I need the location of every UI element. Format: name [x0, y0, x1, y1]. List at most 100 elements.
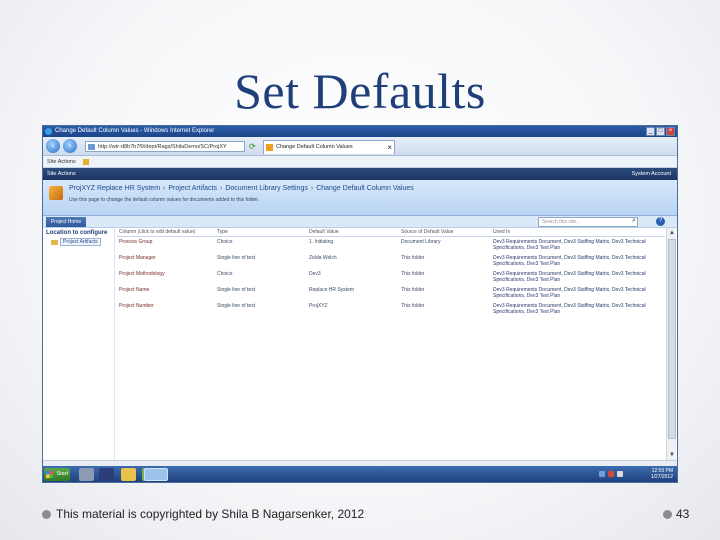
minimize-icon[interactable]: _ [646, 127, 655, 136]
powershell-icon[interactable] [99, 468, 114, 481]
project-home-button[interactable]: Project Home [46, 217, 86, 227]
default-source: Document Library [401, 239, 441, 245]
sharepoint-navbar: Project Home Search this site... ⌕ ? [43, 216, 677, 228]
search-input[interactable]: Search this site... [538, 217, 638, 227]
column-link[interactable]: Project Manager [117, 255, 217, 269]
network-icon[interactable] [599, 471, 605, 477]
close-icon[interactable]: × [666, 127, 675, 136]
site-actions-menu[interactable]: Site Actions [47, 159, 76, 165]
copyright-footer: This material is copyrighted by Shila B … [56, 507, 365, 521]
breadcrumb-current: Change Default Column Values [316, 185, 414, 192]
system-tray: 12:59 PM 1/27/2012 [595, 467, 675, 482]
column-type: Single line of text [217, 287, 256, 293]
sharepoint-header: ProjXYZ Replace HR System › Project Artifa… [43, 180, 677, 216]
table-row: Project Name Single line of text Replace… [117, 285, 665, 301]
clock-date: 1/27/2012 [650, 474, 673, 480]
maximize-icon[interactable]: □ [656, 127, 665, 136]
server-manager-icon[interactable] [79, 468, 94, 481]
forward-icon[interactable]: › [63, 139, 77, 153]
default-source: This folder [401, 255, 425, 261]
browser-navbar: ‹ › http://wtr-d8b7b7f9/dept/Rags/ShilaD… [43, 137, 677, 156]
location-panel: Location to configure Project Artifacts [43, 228, 115, 460]
header-type: Type [217, 229, 228, 235]
slide-title: Set Defaults [234, 63, 486, 119]
default-value: Dev3 [309, 271, 321, 277]
start-label: Start [56, 471, 68, 477]
breadcrumb: ProjXYZ Replace HR System › Project Artifa… [69, 185, 414, 192]
page-bullet-icon [663, 510, 672, 519]
default-value: ProjXYZ [309, 303, 328, 309]
tree-node-project-artifacts[interactable]: Project Artifacts [51, 238, 114, 246]
page-number: 43 [676, 507, 690, 521]
clock[interactable]: 12:59 PM 1/27/2012 [651, 468, 673, 480]
search-icon[interactable]: ⌕ [632, 217, 636, 225]
used-in: Dev3 Requirements Document, Dev3 Staffin… [493, 271, 646, 283]
scroll-thumb[interactable] [668, 239, 676, 439]
ie-icon [45, 128, 52, 135]
page-description: Use this page to change the default colu… [69, 197, 260, 203]
page-icon [88, 144, 95, 150]
window-titlebar[interactable]: Change Default Column Values - Windows I… [43, 126, 677, 137]
ie-taskbar-icon[interactable] [144, 468, 168, 481]
used-in: Dev3 Requirements Document, Dev3 Staffin… [493, 255, 646, 267]
user-menu[interactable]: System Account [632, 168, 671, 180]
browser-window: Change Default Column Values - Windows I… [42, 125, 678, 483]
column-link[interactable]: Project Name [117, 287, 217, 301]
default-value: 1. Initiating [309, 239, 334, 245]
column-type: Choice [217, 271, 233, 277]
column-type: Choice [217, 239, 233, 245]
main-content: Location to configure Project Artifacts … [43, 228, 667, 460]
header-used-in: Used In [493, 229, 511, 235]
table-row: Project Methodology Choice Dev3 This fol… [117, 269, 665, 285]
browser-tab[interactable]: Change Default Column Values × [263, 140, 395, 154]
vertical-scrollbar[interactable]: ▲ ▼ [666, 228, 676, 460]
window-title: Change Default Column Values - Windows I… [55, 128, 215, 134]
address-bar[interactable]: http://wtr-d8b7b7f9/dept/Rags/ShilaDemo/… [85, 141, 245, 152]
tree-node-label: Project Artifacts [60, 238, 101, 246]
help-icon[interactable]: ? [656, 217, 665, 226]
volume-icon[interactable] [617, 471, 623, 477]
address-text: http://wtr-d8b7b7f9/dept/Rags/ShilaDemo/… [98, 144, 227, 150]
table-header: Column (click to edit default value) Typ… [117, 228, 665, 237]
column-link[interactable]: Project Methodology [117, 271, 217, 285]
header-column[interactable]: Column (click to edit default value) [117, 228, 217, 236]
back-icon[interactable]: ‹ [46, 139, 60, 153]
folder-icon [51, 239, 58, 245]
default-value: Replace HR System [309, 287, 355, 293]
sharepoint-topbar: Site Actions System Account [43, 168, 677, 180]
header-source: Source of Default Value [401, 229, 454, 235]
site-actions-button[interactable]: Site Actions [47, 168, 76, 180]
favorites-icon[interactable] [83, 158, 90, 165]
start-button[interactable]: Start [44, 468, 70, 481]
scroll-up-icon[interactable]: ▲ [668, 229, 676, 237]
scroll-down-icon[interactable]: ▼ [668, 451, 676, 459]
table-row: Project Number Single line of text ProjX… [117, 301, 665, 317]
favicon-icon [266, 144, 273, 151]
windows-logo-icon [46, 471, 53, 478]
column-link[interactable]: Process Group [117, 239, 217, 253]
default-source: This folder [401, 271, 425, 277]
command-bar: Site Actions [43, 156, 677, 168]
alert-icon[interactable] [608, 471, 614, 477]
breadcrumb-settings[interactable]: Document Library Settings [225, 185, 307, 192]
breadcrumb-site[interactable]: ProjXYZ Replace HR System [69, 185, 160, 192]
default-source: This folder [401, 303, 425, 309]
used-in: Dev3 Requirements Document, Dev3 Staffin… [493, 287, 646, 299]
explorer-icon[interactable] [121, 468, 136, 481]
tab-title: Change Default Column Values [276, 144, 353, 150]
footer-bullet-icon [42, 510, 51, 519]
column-type: Single line of text [217, 255, 256, 261]
column-type: Single line of text [217, 303, 256, 309]
site-logo-icon [49, 186, 63, 200]
breadcrumb-library[interactable]: Project Artifacts [168, 185, 217, 192]
tab-close-icon[interactable]: × [387, 141, 392, 154]
header-default-value: Default Value [309, 229, 339, 235]
default-values-table: Column (click to edit default value) Typ… [117, 228, 665, 317]
table-row: Project Manager Single line of text Zeld… [117, 253, 665, 269]
window-controls: _ □ × [646, 127, 675, 136]
table-row: Process Group Choice 1. Initiating Docum… [117, 237, 665, 253]
refresh-icon[interactable]: ⟳ [249, 142, 256, 151]
location-header: Location to configure [46, 230, 108, 236]
column-link[interactable]: Project Number [117, 303, 217, 317]
used-in: Dev3 Requirements Document, Dev3 Staffin… [493, 303, 646, 315]
